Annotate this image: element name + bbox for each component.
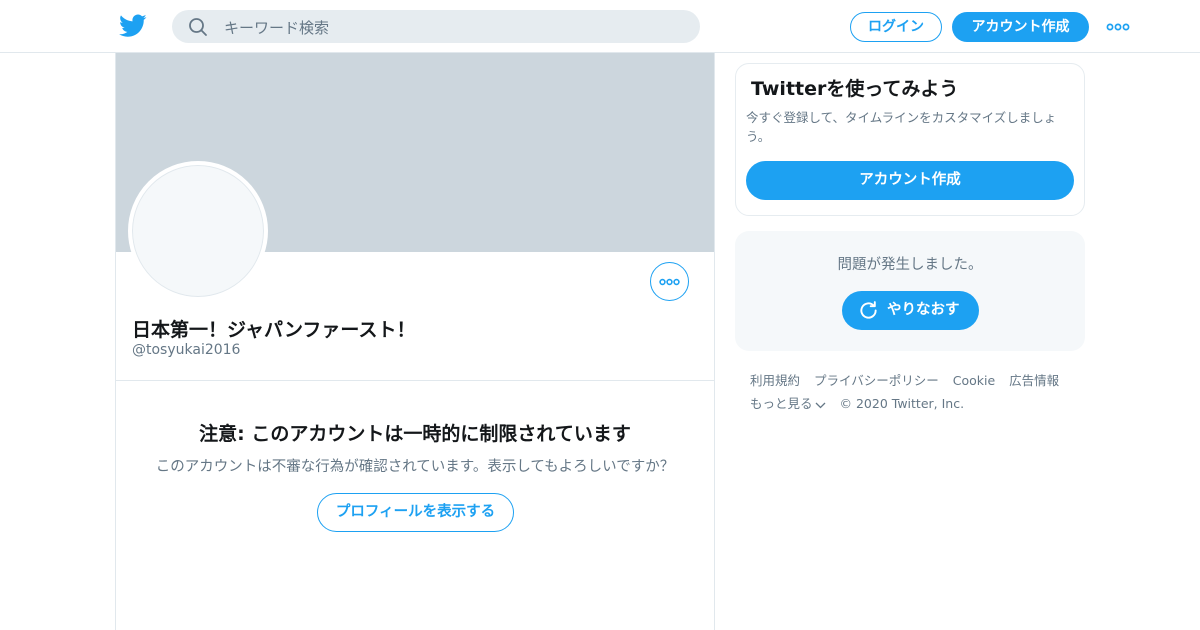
signup-card-text: 今すぐ登録して、タイムラインをカスタマイズしましょう。 [746, 110, 1057, 144]
footer-more-label: もっと見る [750, 396, 813, 411]
profile-handle: @tosyukai2016 [132, 342, 241, 358]
error-message: 問題が発生しました。 [837, 257, 983, 273]
footer-link-cookie[interactable]: Cookie [953, 373, 995, 388]
footer-copyright: © 2020 Twitter, Inc. [839, 396, 965, 411]
footer-links: 利用規約 プライバシーポリシー Cookie 広告情報 もっと見る © 2020… [750, 369, 1080, 415]
divider [116, 380, 714, 381]
restriction-warning-text: このアカウントは不審な行為が確認されています。表示してもよろしいですか？ [155, 459, 675, 475]
twitter-logo-icon[interactable] [119, 13, 147, 39]
profile-more-button[interactable] [650, 262, 689, 301]
signup-card-button[interactable]: アカウント作成 [746, 161, 1074, 200]
signup-button[interactable]: アカウント作成 [952, 12, 1089, 42]
retry-button[interactable]: やりなおす [842, 291, 979, 330]
footer-link-terms[interactable]: 利用規約 [750, 373, 800, 388]
restriction-warning-title: 注意: このアカウントは一時的に制限されています [199, 423, 631, 445]
signup-card: Twitterを使ってみよう 今すぐ登録して、タイムラインをカスタマイズしましょ… [735, 63, 1085, 216]
login-button[interactable]: ログイン [850, 12, 942, 42]
error-card: 問題が発生しました。 やりなおす [735, 231, 1085, 351]
footer-more-link[interactable]: もっと見る [750, 396, 826, 411]
avatar [128, 161, 268, 301]
retry-button-label: やりなおす [887, 302, 960, 318]
view-profile-button[interactable]: プロフィールを表示する [317, 493, 514, 532]
footer-link-privacy[interactable]: プライバシーポリシー [814, 373, 939, 388]
refresh-icon [860, 301, 877, 319]
profile-display-name: 日本第一！ジャパンファースト！ [132, 319, 416, 341]
more-horizontal-icon[interactable] [1106, 19, 1130, 35]
chevron-down-icon [815, 402, 825, 408]
search-input[interactable] [222, 10, 686, 45]
more-horizontal-icon [659, 278, 680, 286]
top-navigation-bar: ログイン アカウント作成 [0, 0, 1200, 53]
footer-link-ads[interactable]: 広告情報 [1009, 373, 1059, 388]
signup-card-title: Twitterを使ってみよう [751, 78, 959, 100]
search-bar[interactable] [172, 10, 700, 45]
search-icon [189, 18, 207, 36]
profile-column: 日本第一！ジャパンファースト！ @tosyukai2016 注意: このアカウン… [115, 53, 715, 630]
